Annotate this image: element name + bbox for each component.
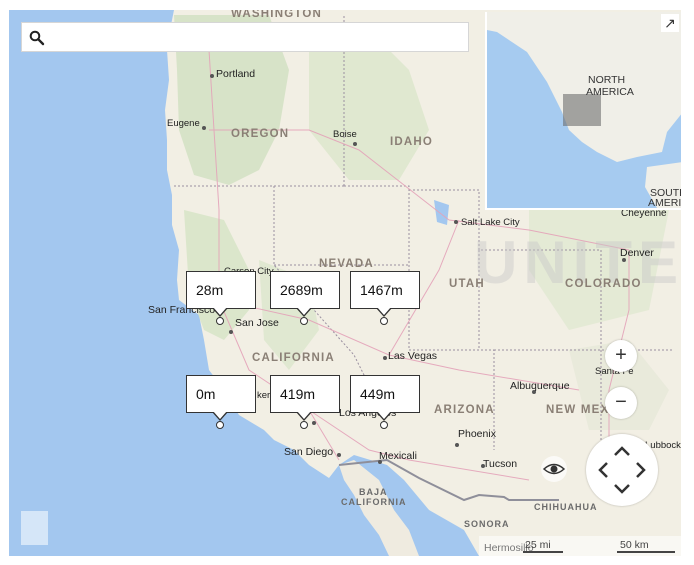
zoom-out-button[interactable]: − [605, 387, 637, 419]
scale-miles: 25 mi [525, 539, 551, 551]
city-label-san-jose: San Jose [235, 317, 279, 329]
elevation-value: 449m [350, 375, 420, 413]
state-label-washington: WASHINGTON [231, 10, 323, 20]
city-label-bakersfield: ker [257, 390, 271, 401]
city-label-phoenix: Phoenix [458, 428, 496, 440]
search-box [21, 22, 469, 52]
city-label-boise: Boise [333, 129, 357, 140]
pin-icon [300, 317, 308, 325]
zoom-in-button[interactable]: + [605, 340, 637, 372]
pin-icon [216, 317, 224, 325]
overview-map[interactable]: NORTH AMERICA SOUTH AMERICA ↗ [485, 12, 681, 210]
scale-km: 50 km [620, 539, 649, 551]
pin-icon [300, 421, 308, 429]
map-canvas[interactable]: UNITE WASHINGTON OREGON IDAHO NEVADA UTA… [9, 10, 681, 556]
pan-right-icon [636, 462, 646, 478]
eye-icon[interactable] [539, 456, 569, 482]
city-label-denver: Denver [620, 247, 654, 259]
elevation-value: 1467m [350, 271, 420, 309]
region-label-sonora: SONORA [464, 519, 510, 529]
city-label-albuquerque: Albuquerque [510, 380, 570, 392]
overview-label-america: AMERICA [586, 86, 634, 98]
region-label-baja: BAJA [359, 487, 388, 497]
expand-overview-button[interactable]: ↗ [661, 14, 679, 32]
state-label-utah: UTAH [449, 278, 485, 290]
scale-bar: Hermosillo 25 mi 50 km [479, 536, 681, 556]
pan-left-icon [598, 462, 608, 478]
city-label-tucson: Tucson [483, 458, 518, 470]
state-label-oregon: OREGON [231, 128, 290, 140]
pin-icon [380, 421, 388, 429]
city-label-salt-lake: Salt Lake City [461, 217, 520, 228]
state-label-california: CALIFORNIA [252, 352, 335, 364]
elevation-value: 419m [270, 375, 340, 413]
city-label-san-diego: San Diego [284, 446, 334, 458]
pan-up-icon [614, 446, 630, 456]
overview-map-base [487, 12, 681, 208]
city-label-mexicali: Mexicali [379, 450, 417, 462]
state-label-new-mexico: NEW MEX [546, 404, 610, 416]
elevation-value: 2689m [270, 271, 340, 309]
state-label-idaho: IDAHO [390, 136, 434, 148]
pin-icon [216, 421, 224, 429]
city-label-eugene: Eugene [167, 118, 200, 129]
pan-down-icon [614, 484, 630, 494]
search-icon[interactable] [29, 30, 45, 46]
overview-label-north: NORTH [588, 74, 626, 86]
pan-control[interactable] [586, 434, 658, 506]
elevation-value: 28m [186, 271, 256, 309]
region-label-baja2: CALIFORNIA [341, 497, 407, 507]
elevation-value: 0m [186, 375, 256, 413]
map-style-button[interactable] [21, 511, 48, 545]
overview-label-south-america: AMERICA [648, 197, 681, 209]
pan-arrows [598, 446, 646, 494]
city-label-portland: Portland [216, 68, 256, 80]
pin-icon [380, 317, 388, 325]
state-label-nevada: NEVADA [319, 258, 374, 270]
search-input[interactable] [52, 26, 466, 50]
state-label-arizona: ARIZONA [434, 404, 495, 416]
city-label-las-vegas: Las Vegas [388, 350, 438, 362]
state-label-colorado: COLORADO [565, 278, 642, 290]
